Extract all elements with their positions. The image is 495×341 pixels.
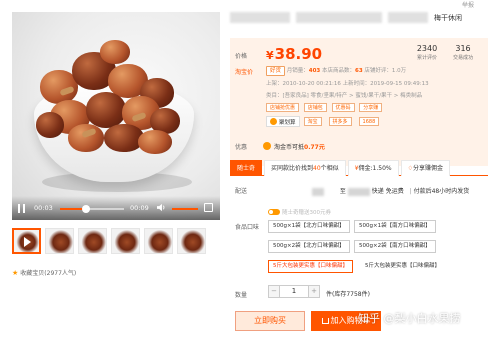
juhuasuan-button[interactable]: 聚划算: [266, 116, 300, 127]
sku-label: 食品口味: [235, 224, 260, 231]
sku-option[interactable]: 500g×1袋【南方口味偏甜】: [354, 220, 436, 233]
juhuasuan-icon: [270, 118, 277, 125]
promo-toggle[interactable]: [268, 209, 280, 215]
tool-tabs: 随士奇 买同款比价找到40个相似 ¥佣金:1.50% ♢分享赚佣金: [230, 160, 488, 176]
video-duration: 00:09: [130, 204, 149, 212]
tab-compare[interactable]: 买同款比价找到40个相似: [264, 160, 346, 176]
quantity-minus-button[interactable]: −: [268, 285, 280, 298]
video-progress-knob[interactable]: [81, 205, 90, 213]
sku-option[interactable]: 500g×2袋【南方口味偏甜】: [354, 240, 436, 253]
shipping-info: 至 快递 免运费 | 付款后48小时内发货: [264, 186, 469, 196]
sales-line: 好货 月销量：403 本店商品数：63 店铺好评：1.0万: [266, 66, 406, 76]
price-value: ¥38.90: [266, 45, 323, 63]
thumbnail-image[interactable]: [144, 228, 173, 254]
shop-tags: 店铺抢优惠 店铺包 优惠码 分享赚: [266, 103, 385, 112]
quantity-stepper: − 1 +: [268, 285, 320, 298]
favorite-count: (2977人气): [44, 270, 77, 277]
quantity-input[interactable]: 1: [280, 285, 308, 298]
video-controls: 00:03 00:09: [12, 196, 220, 220]
tab-share[interactable]: ♢分享赚佣金: [400, 160, 451, 176]
shipping-label: 配送: [235, 188, 248, 195]
sku-promo-hint: 随士奇赠送300元券: [268, 208, 331, 216]
platform-tag[interactable]: 拼多多: [328, 117, 352, 126]
quantity-plus-button[interactable]: +: [308, 285, 320, 298]
play-icon: [24, 237, 31, 247]
shop-tag[interactable]: 优惠码: [331, 103, 355, 112]
favorite-label: 收藏宝贝: [20, 270, 45, 277]
star-icon: ★: [12, 269, 19, 277]
volume-slider[interactable]: [172, 208, 198, 210]
promo-text: 淘金币可抵0.77元: [274, 144, 325, 151]
cart-icon: [321, 317, 329, 324]
good-badge: 好货: [266, 66, 286, 76]
sku-option[interactable]: 500g×1袋【北方口味偏甜】: [268, 220, 350, 233]
thumbnail-video[interactable]: [12, 228, 41, 254]
shop-tag[interactable]: 店铺包: [303, 103, 327, 112]
volume-icon[interactable]: [157, 203, 166, 212]
product-title-suffix: 梅干休闲: [434, 14, 462, 22]
title-redacted: [388, 12, 428, 23]
stat-reviews: 2340 累计评价: [416, 44, 438, 61]
watermark: 知乎 @梨小白水果捞: [358, 312, 461, 325]
tab-suishiqi[interactable]: 随士奇: [230, 160, 263, 176]
title-redacted: [230, 12, 290, 23]
taobao-price-label: 淘宝价: [235, 69, 254, 76]
stock-info: 件(库存7758件): [326, 291, 370, 298]
shop-tag[interactable]: 分享赚: [359, 103, 383, 112]
category-path: 类目：[吾家良品] 零食/坚果/特产 > 蜜饯/果干/果干 > 梅类制品: [266, 93, 423, 99]
product-video[interactable]: 00:03 00:09: [12, 12, 220, 220]
platform-tag[interactable]: 1688: [358, 117, 380, 126]
quantity-label: 数量: [235, 292, 248, 299]
video-progress-track[interactable]: [60, 205, 124, 213]
stat-deals: 316 交易成功: [452, 44, 473, 61]
origin-redacted: [312, 187, 324, 196]
video-current-time: 00:03: [34, 204, 53, 212]
listing-time: 上架：2010-10-20 00:21:16 上新时间：2019-09-15 0…: [266, 81, 429, 87]
sku-option[interactable]: 500g×2袋【北方口味偏甜】: [268, 240, 350, 253]
thumbnail-strip: [12, 228, 206, 254]
thumbnail-image[interactable]: [45, 228, 74, 254]
thumbnail-image[interactable]: [78, 228, 107, 254]
compare-platforms: 聚划算 淘宝 拼多多 1688: [266, 116, 382, 127]
destination-redacted[interactable]: [347, 187, 370, 196]
pause-icon[interactable]: [18, 204, 25, 213]
shop-tag[interactable]: 店铺抢优惠: [266, 103, 300, 112]
sku-option-selected[interactable]: 5斤大包装更实惠【口味偏甜】: [268, 260, 354, 273]
title-redacted: [296, 12, 382, 23]
platform-tag[interactable]: 淘宝: [303, 117, 322, 126]
tab-commission[interactable]: ¥佣金:1.50%: [347, 160, 399, 176]
report-link[interactable]: 举报: [462, 0, 474, 9]
fullscreen-icon[interactable]: [204, 203, 213, 212]
favorite-link[interactable]: ★ 收藏宝贝(2977人气): [12, 268, 76, 277]
sku-option[interactable]: 5斤大包装更实惠【口味偏甜】: [360, 260, 446, 273]
promo-label: 优惠: [235, 144, 248, 151]
thumbnail-image[interactable]: [111, 228, 140, 254]
price-label: 价格: [235, 53, 248, 60]
thumbnail-image[interactable]: [177, 228, 206, 254]
coin-icon: [263, 142, 271, 150]
buy-now-button[interactable]: 立即购买: [235, 311, 305, 331]
